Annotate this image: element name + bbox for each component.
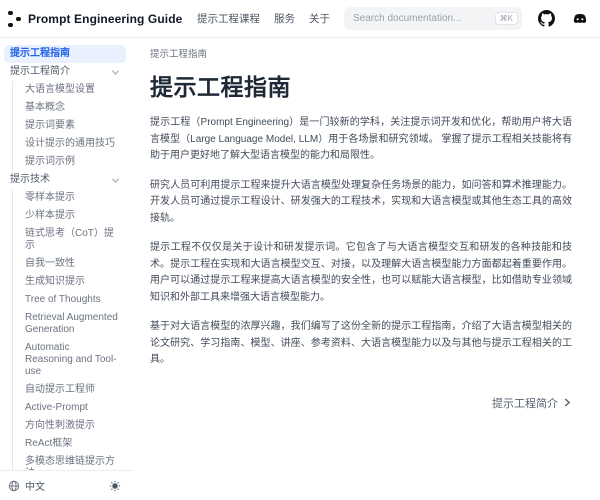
sidebar-item[interactable]: 方向性刺激提示 <box>12 417 126 435</box>
sidebar-item[interactable]: 少样本提示 <box>12 207 126 225</box>
pagination: 提示工程简介 <box>150 395 572 411</box>
sidebar-item-label: 少样本提示 <box>25 210 75 222</box>
globe-icon <box>8 480 20 492</box>
sidebar-item-label: ReAct框架 <box>25 438 72 450</box>
sidebar-item[interactable]: 链式思考（CoT）提示 <box>12 225 126 255</box>
sidebar-item-label: Automatic Reasoning and Tool-use <box>25 342 120 378</box>
top-header: Prompt Engineering Guide 提示工程课程 服务 关于 ⌘K <box>0 0 600 38</box>
sidebar-item[interactable]: 零样本提示 <box>12 189 126 207</box>
chevron-down-icon <box>111 176 120 185</box>
pagination-next-link[interactable]: 提示工程简介 <box>492 395 572 411</box>
page-title: 提示工程指南 <box>150 68 572 102</box>
sidebar-item-label: 提示技术 <box>10 174 50 186</box>
theme-toggle-sun-icon[interactable] <box>108 479 122 493</box>
sidebar-item[interactable]: 多模态思维链提示方法 <box>12 453 126 470</box>
sidebar-item[interactable]: 自动提示工程师 <box>12 381 126 399</box>
sidebar-item-label: Retrieval Augmented Generation <box>25 312 120 336</box>
sidebar-item[interactable]: 提示词要素 <box>12 117 126 135</box>
sidebar-item-label: 链式思考（CoT）提示 <box>25 228 120 252</box>
sidebar-item-label: 自动提示工程师 <box>25 384 95 396</box>
chevron-down-icon <box>111 68 120 77</box>
logo-dots-icon <box>8 10 22 28</box>
sidebar-item[interactable]: Automatic Reasoning and Tool-use <box>12 339 126 381</box>
sidebar-item[interactable]: 提示词示例 <box>12 153 126 171</box>
sidebar-item-label: 基本概念 <box>25 102 65 114</box>
content-paragraph: 提示工程不仅仅是关于设计和研发提示词。它包含了与大语言模型交互和研发的各种技能和… <box>150 240 572 306</box>
sidebar-item[interactable]: 生成知识提示 <box>12 273 126 291</box>
chevron-right-icon <box>563 398 572 407</box>
sidebar-item-label: 自我一致性 <box>25 258 75 270</box>
language-label: 中文 <box>25 478 45 493</box>
search-shortcut-kbd: ⌘K <box>495 12 518 25</box>
search-box[interactable]: ⌘K <box>344 7 522 30</box>
main-content: 提示工程指南 提示工程指南 提示工程（Prompt Engineering）是一… <box>134 38 600 500</box>
content-paragraph: 研究人员可利用提示工程来提升大语言模型处理复杂任务场景的能力，如问答和算术推理能… <box>150 178 572 228</box>
sidebar-item-label: 设计提示的通用技巧 <box>25 138 115 150</box>
sidebar-item-label: 提示工程指南 <box>10 48 70 60</box>
sidebar: 提示工程指南提示工程简介大语言模型设置基本概念提示词要素设计提示的通用技巧提示词… <box>0 38 134 500</box>
sidebar-item[interactable]: 自我一致性 <box>12 255 126 273</box>
sidebar-item-label: 生成知识提示 <box>25 276 85 288</box>
sidebar-item[interactable]: Retrieval Augmented Generation <box>12 309 126 339</box>
nav-link-course[interactable]: 提示工程课程 <box>197 11 260 26</box>
content-paragraphs: 提示工程（Prompt Engineering）是一门较新的学科，关注提示词开发… <box>150 115 572 369</box>
sidebar-item-label: 大语言模型设置 <box>25 84 95 96</box>
sidebar-item-label: 多模态思维链提示方法 <box>25 456 120 470</box>
search-input[interactable] <box>353 13 489 24</box>
site-logo[interactable]: Prompt Engineering Guide <box>8 10 182 28</box>
content-paragraph: 提示工程（Prompt Engineering）是一门较新的学科，关注提示词开发… <box>150 115 572 165</box>
sidebar-item[interactable]: 设计提示的通用技巧 <box>12 135 126 153</box>
sidebar-item-label: 方向性刺激提示 <box>25 420 95 432</box>
sidebar-item[interactable]: ReAct框架 <box>12 435 126 453</box>
sidebar-item[interactable]: Active-Prompt <box>12 399 126 417</box>
breadcrumb: 提示工程指南 <box>150 46 572 60</box>
pagination-next-label: 提示工程简介 <box>492 395 558 411</box>
sidebar-item-label: Active-Prompt <box>25 402 88 414</box>
sidebar-item-label: 提示工程简介 <box>10 66 70 78</box>
sidebar-footer: 中文 <box>0 470 134 500</box>
sidebar-item[interactable]: 提示工程简介 <box>4 63 126 81</box>
sidebar-item[interactable]: 大语言模型设置 <box>12 81 126 99</box>
sidebar-nav: 提示工程指南提示工程简介大语言模型设置基本概念提示词要素设计提示的通用技巧提示词… <box>0 38 134 470</box>
github-icon[interactable] <box>536 9 556 29</box>
nav-link-services[interactable]: 服务 <box>274 11 295 26</box>
site-title: Prompt Engineering Guide <box>28 12 182 26</box>
language-switcher[interactable]: 中文 <box>8 478 45 493</box>
sidebar-item-label: Tree of Thoughts <box>25 294 101 306</box>
discord-icon[interactable] <box>570 9 590 29</box>
sidebar-item[interactable]: Tree of Thoughts <box>12 291 126 309</box>
nav-link-about[interactable]: 关于 <box>309 11 330 26</box>
sidebar-item-label: 提示词要素 <box>25 120 75 132</box>
content-paragraph: 基于对大语言模型的浓厚兴趣，我们编写了这份全新的提示工程指南，介绍了大语言模型相… <box>150 319 572 369</box>
sidebar-item[interactable]: 提示工程指南 <box>4 45 126 63</box>
sidebar-item-label: 零样本提示 <box>25 192 75 204</box>
sidebar-item[interactable]: 基本概念 <box>12 99 126 117</box>
sidebar-item-label: 提示词示例 <box>25 156 75 168</box>
header-nav: 提示工程课程 服务 关于 ⌘K <box>197 7 590 30</box>
sidebar-item[interactable]: 提示技术 <box>4 171 126 189</box>
